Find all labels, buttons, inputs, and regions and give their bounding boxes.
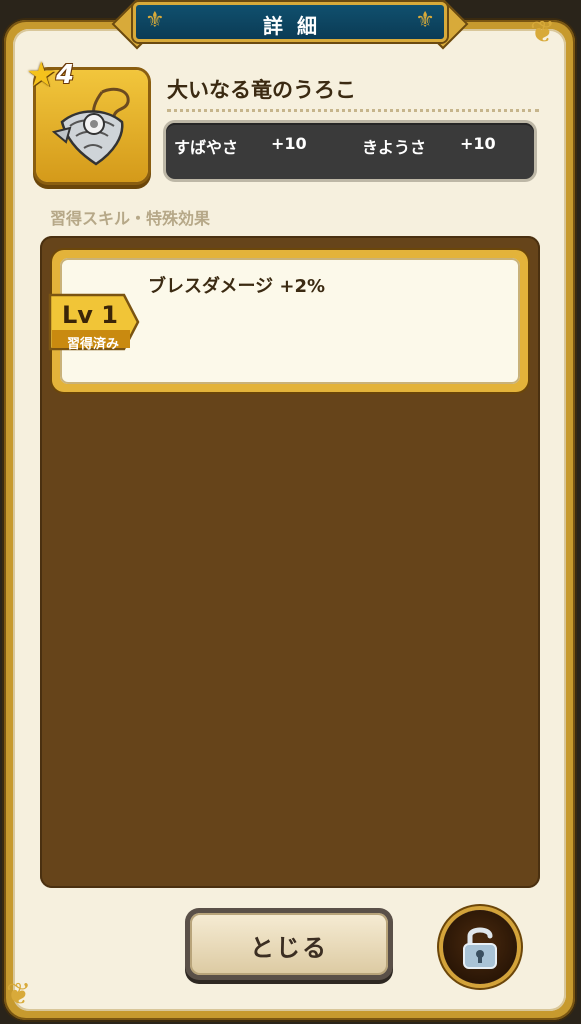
- title-banner: ⚜ ⚜ 詳細: [111, 0, 469, 50]
- section-label: 習得スキル・特殊効果: [50, 209, 211, 228]
- stats-box: すばやさ +10 きようさ +10: [166, 123, 534, 179]
- unlock-icon: [463, 927, 497, 969]
- unlock-button[interactable]: [443, 910, 517, 984]
- page-title: 詳細: [263, 14, 331, 38]
- corner-ornament-bottom-left: ❦: [6, 977, 32, 1012]
- close-button-label: とじる: [250, 934, 328, 962]
- skill-effect-text: ブレスダメージ +2%: [148, 276, 326, 297]
- item-name: 大いなる竜のうろこ: [167, 78, 356, 102]
- rarity-badge: ★ 4: [26, 58, 86, 98]
- stat-label-dexterity: きようさ: [362, 138, 427, 157]
- corner-ornament-top-right: ❦: [530, 15, 556, 50]
- level-status: 習得済み: [66, 337, 119, 352]
- name-divider: [167, 109, 539, 112]
- screen: ❦ ❦ ⚜ ⚜ 詳細 ★ 4 大いなる竜のうろこ すばやさ +10 きようさ +…: [0, 0, 581, 1024]
- level-text: Lv 1: [62, 301, 118, 329]
- stat-value-speed: +10: [271, 134, 307, 153]
- rarity-value: 4: [56, 60, 75, 90]
- star-icon: ★: [26, 55, 57, 95]
- level-badge: Lv 1 習得済み: [48, 293, 140, 352]
- close-button[interactable]: とじる: [185, 908, 393, 980]
- stat-label-speed: すばやさ: [174, 138, 239, 157]
- stat-value-dexterity: +10: [460, 134, 496, 153]
